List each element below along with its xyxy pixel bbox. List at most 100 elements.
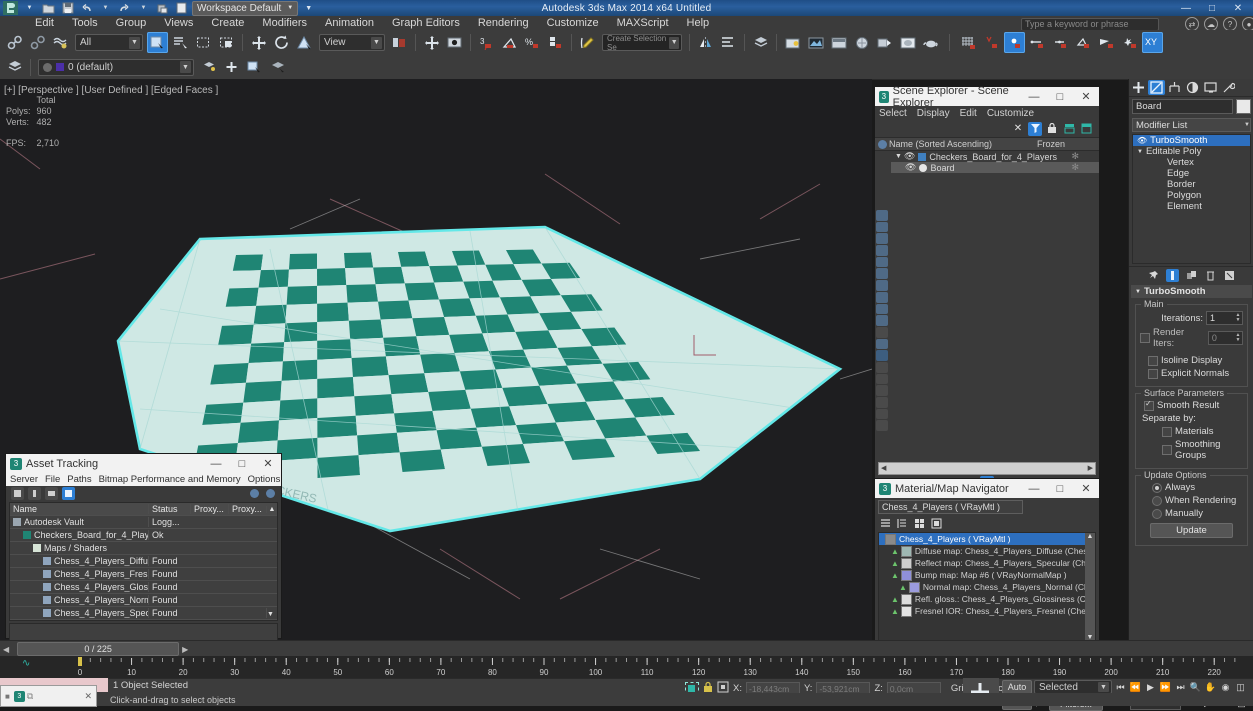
pan-view-icon[interactable]: ✋ (1203, 680, 1218, 694)
object-color-swatch[interactable] (1236, 99, 1251, 114)
tab-modify[interactable] (1147, 80, 1165, 95)
scene-explorer-menu-customize[interactable]: Customize (987, 108, 1034, 119)
key-mode-dropdown[interactable]: Selected ▼ (1034, 680, 1112, 694)
help-icon[interactable]: ? (1223, 17, 1237, 31)
undo-icon[interactable] (78, 1, 95, 15)
reference-coordinate-system-dropdown[interactable]: View ▼ (319, 34, 385, 51)
asset-table-row[interactable]: Maps / Shaders (10, 542, 277, 555)
asset-table-row[interactable]: Chess_4_Players_Glossiness.pngFound (10, 581, 277, 594)
xy-axis-constraint-icon[interactable]: XY (1142, 32, 1163, 53)
at-refresh-icon[interactable] (11, 487, 24, 500)
tab-utilities[interactable] (1220, 80, 1237, 95)
window-crossing-icon[interactable] (216, 32, 237, 53)
snap-midpoint-icon[interactable] (1050, 32, 1071, 53)
at-col-name[interactable]: Name (10, 504, 148, 514)
minwin-close-icon[interactable]: ✕ (84, 691, 92, 702)
scene-explorer-maximize[interactable]: □ (1047, 88, 1073, 106)
redo-dropdown-icon[interactable]: ▼ (135, 1, 152, 15)
manually-radio[interactable] (1152, 508, 1162, 519)
snap-edge-icon[interactable] (1027, 32, 1048, 53)
se-tool-box-icon[interactable] (876, 420, 888, 432)
undo-dropdown-icon[interactable]: ▼ (97, 1, 114, 15)
asset-table-row[interactable]: Chess_4_Players_Normal.pngFound (10, 594, 277, 607)
modifier-eye-icon[interactable]: 👁 (1137, 136, 1147, 145)
time-cursor[interactable] (78, 657, 82, 666)
select-object-icon[interactable] (147, 32, 168, 53)
se-tool-helpers-icon[interactable] (876, 268, 888, 280)
view-large-icons-icon[interactable] (929, 517, 943, 531)
select-and-rotate-icon[interactable] (271, 32, 292, 53)
se-tool-groups-icon[interactable] (876, 291, 888, 303)
modifier-stack-item[interactable]: Border (1133, 179, 1250, 190)
mirror-icon[interactable] (695, 32, 716, 53)
scene-explorer-menu-edit[interactable]: Edit (960, 108, 977, 119)
isoline-display-checkbox[interactable] (1148, 355, 1158, 366)
select-and-link-icon[interactable] (4, 32, 25, 53)
teapot-preview-icon[interactable] (920, 32, 941, 53)
orbit-icon[interactable]: ◉ (1218, 680, 1233, 694)
snap-face-center-icon[interactable] (1096, 32, 1117, 53)
scene-explorer-row-group[interactable]: ▼ 👁 Checkers_Board_for_4_Players ✻ (891, 151, 1099, 162)
frame-slider[interactable]: 0 / 225 (17, 642, 180, 656)
time-ruler[interactable]: 0 10 20 30 40 50 60 70 80 90 100 110 120 130 140 150 160… (0, 656, 1253, 678)
se-tool-sort-icon[interactable] (876, 210, 888, 221)
use-pivot-point-center-icon[interactable] (389, 32, 410, 53)
at-col-status[interactable]: Status (148, 504, 190, 514)
goto-start-icon[interactable]: ⏮ (1113, 680, 1128, 694)
eye-icon[interactable]: 👁 (905, 162, 916, 173)
when-rendering-radio[interactable] (1152, 495, 1162, 506)
minimize-button[interactable]: — (1173, 1, 1199, 15)
menu-item-views[interactable]: Views (155, 16, 202, 30)
bind-to-space-warp-icon[interactable] (50, 32, 71, 53)
at-tree-view-icon[interactable] (62, 487, 75, 500)
se-tool-bones-icon[interactable] (876, 315, 888, 326)
scroll-right-arrow-icon[interactable]: ▶ (1088, 464, 1093, 472)
tab-hierarchy[interactable] (1166, 80, 1183, 95)
at-menu-bitmap-performance[interactable]: Bitmap Performance and Memory (99, 474, 241, 485)
select-and-manipulate-icon[interactable] (421, 32, 442, 53)
new-scene-icon[interactable] (173, 1, 190, 15)
menu-item-modifiers[interactable]: Modifiers (253, 16, 316, 30)
show-end-result-icon[interactable] (1166, 268, 1179, 282)
se-tool-layers-icon[interactable] (876, 361, 888, 373)
open-file-icon[interactable] (40, 1, 57, 15)
render-iterative-icon[interactable] (874, 32, 895, 53)
asset-tracking-maximize[interactable]: □ (229, 455, 255, 473)
material-tree-item[interactable]: ▲ Refl. gloss.: Chess_4_Players_Glossines… (879, 593, 1095, 605)
auto-key-button[interactable]: Auto (1002, 680, 1032, 694)
remove-modifier-icon[interactable] (1204, 269, 1217, 282)
scene-explorer-row-object[interactable]: 👁 Board ✻ (891, 162, 1099, 173)
close-button[interactable]: ✕ (1225, 1, 1251, 15)
edit-named-selection-sets-icon[interactable] (577, 32, 598, 53)
at-detail-view-icon[interactable] (45, 487, 58, 500)
materials-checkbox[interactable] (1162, 426, 1172, 437)
scroll-up-arrow-icon[interactable]: ▲ (1087, 533, 1094, 540)
se-tool-filter2-icon[interactable] (876, 408, 888, 420)
render-production-icon[interactable] (851, 32, 872, 53)
menu-item-maxscript[interactable]: MAXScript (608, 16, 678, 30)
at-vault-login-icon[interactable] (266, 489, 275, 498)
pin-stack-icon[interactable] (1147, 269, 1160, 282)
expand-arrow-icon[interactable]: ▼ (895, 153, 902, 160)
minimized-window-bar[interactable]: ■ 3 ⧉ ✕ (0, 685, 97, 707)
modifier-stack-item[interactable]: Vertex (1133, 157, 1250, 168)
se-tool-list-icon[interactable] (876, 385, 888, 396)
goto-end-icon[interactable]: ⏭ (1173, 680, 1188, 694)
scene-explorer-hscrollbar[interactable]: ◀ ▶ (875, 461, 1099, 475)
iterations-spinner[interactable]: 1 ▲ ▼ (1206, 311, 1243, 325)
asset-tracking-minimize[interactable]: — (203, 455, 229, 473)
previous-frame-icon[interactable]: ⏪ (1128, 680, 1143, 694)
render-iters-spinner[interactable]: 0 ▲ ▼ (1207, 331, 1243, 345)
zoom-region-icon[interactable]: 🔍 (1188, 680, 1203, 694)
turbosmooth-rollout-header[interactable]: ▼ TurboSmooth (1131, 285, 1252, 298)
percent-snap-toggle-icon[interactable]: % (522, 32, 543, 53)
compact-material-editor-icon[interactable] (782, 32, 803, 53)
workspace-dropdown[interactable]: Workspace Default ▼ (192, 0, 299, 16)
grid-object-icon[interactable] (958, 32, 979, 53)
matnav-material-field[interactable]: Chess_4_Players ( VRayMtl ) (878, 500, 1023, 514)
se-tool-shapes-icon[interactable] (876, 233, 888, 245)
matnav-minimize[interactable]: — (1021, 480, 1047, 498)
matnav-scrollbar[interactable]: ▲ ▼ (1085, 533, 1095, 641)
asset-table-row[interactable]: Checkers_Board_for_4_Players_max_vr...Ok (10, 529, 277, 542)
always-radio[interactable] (1152, 482, 1162, 493)
